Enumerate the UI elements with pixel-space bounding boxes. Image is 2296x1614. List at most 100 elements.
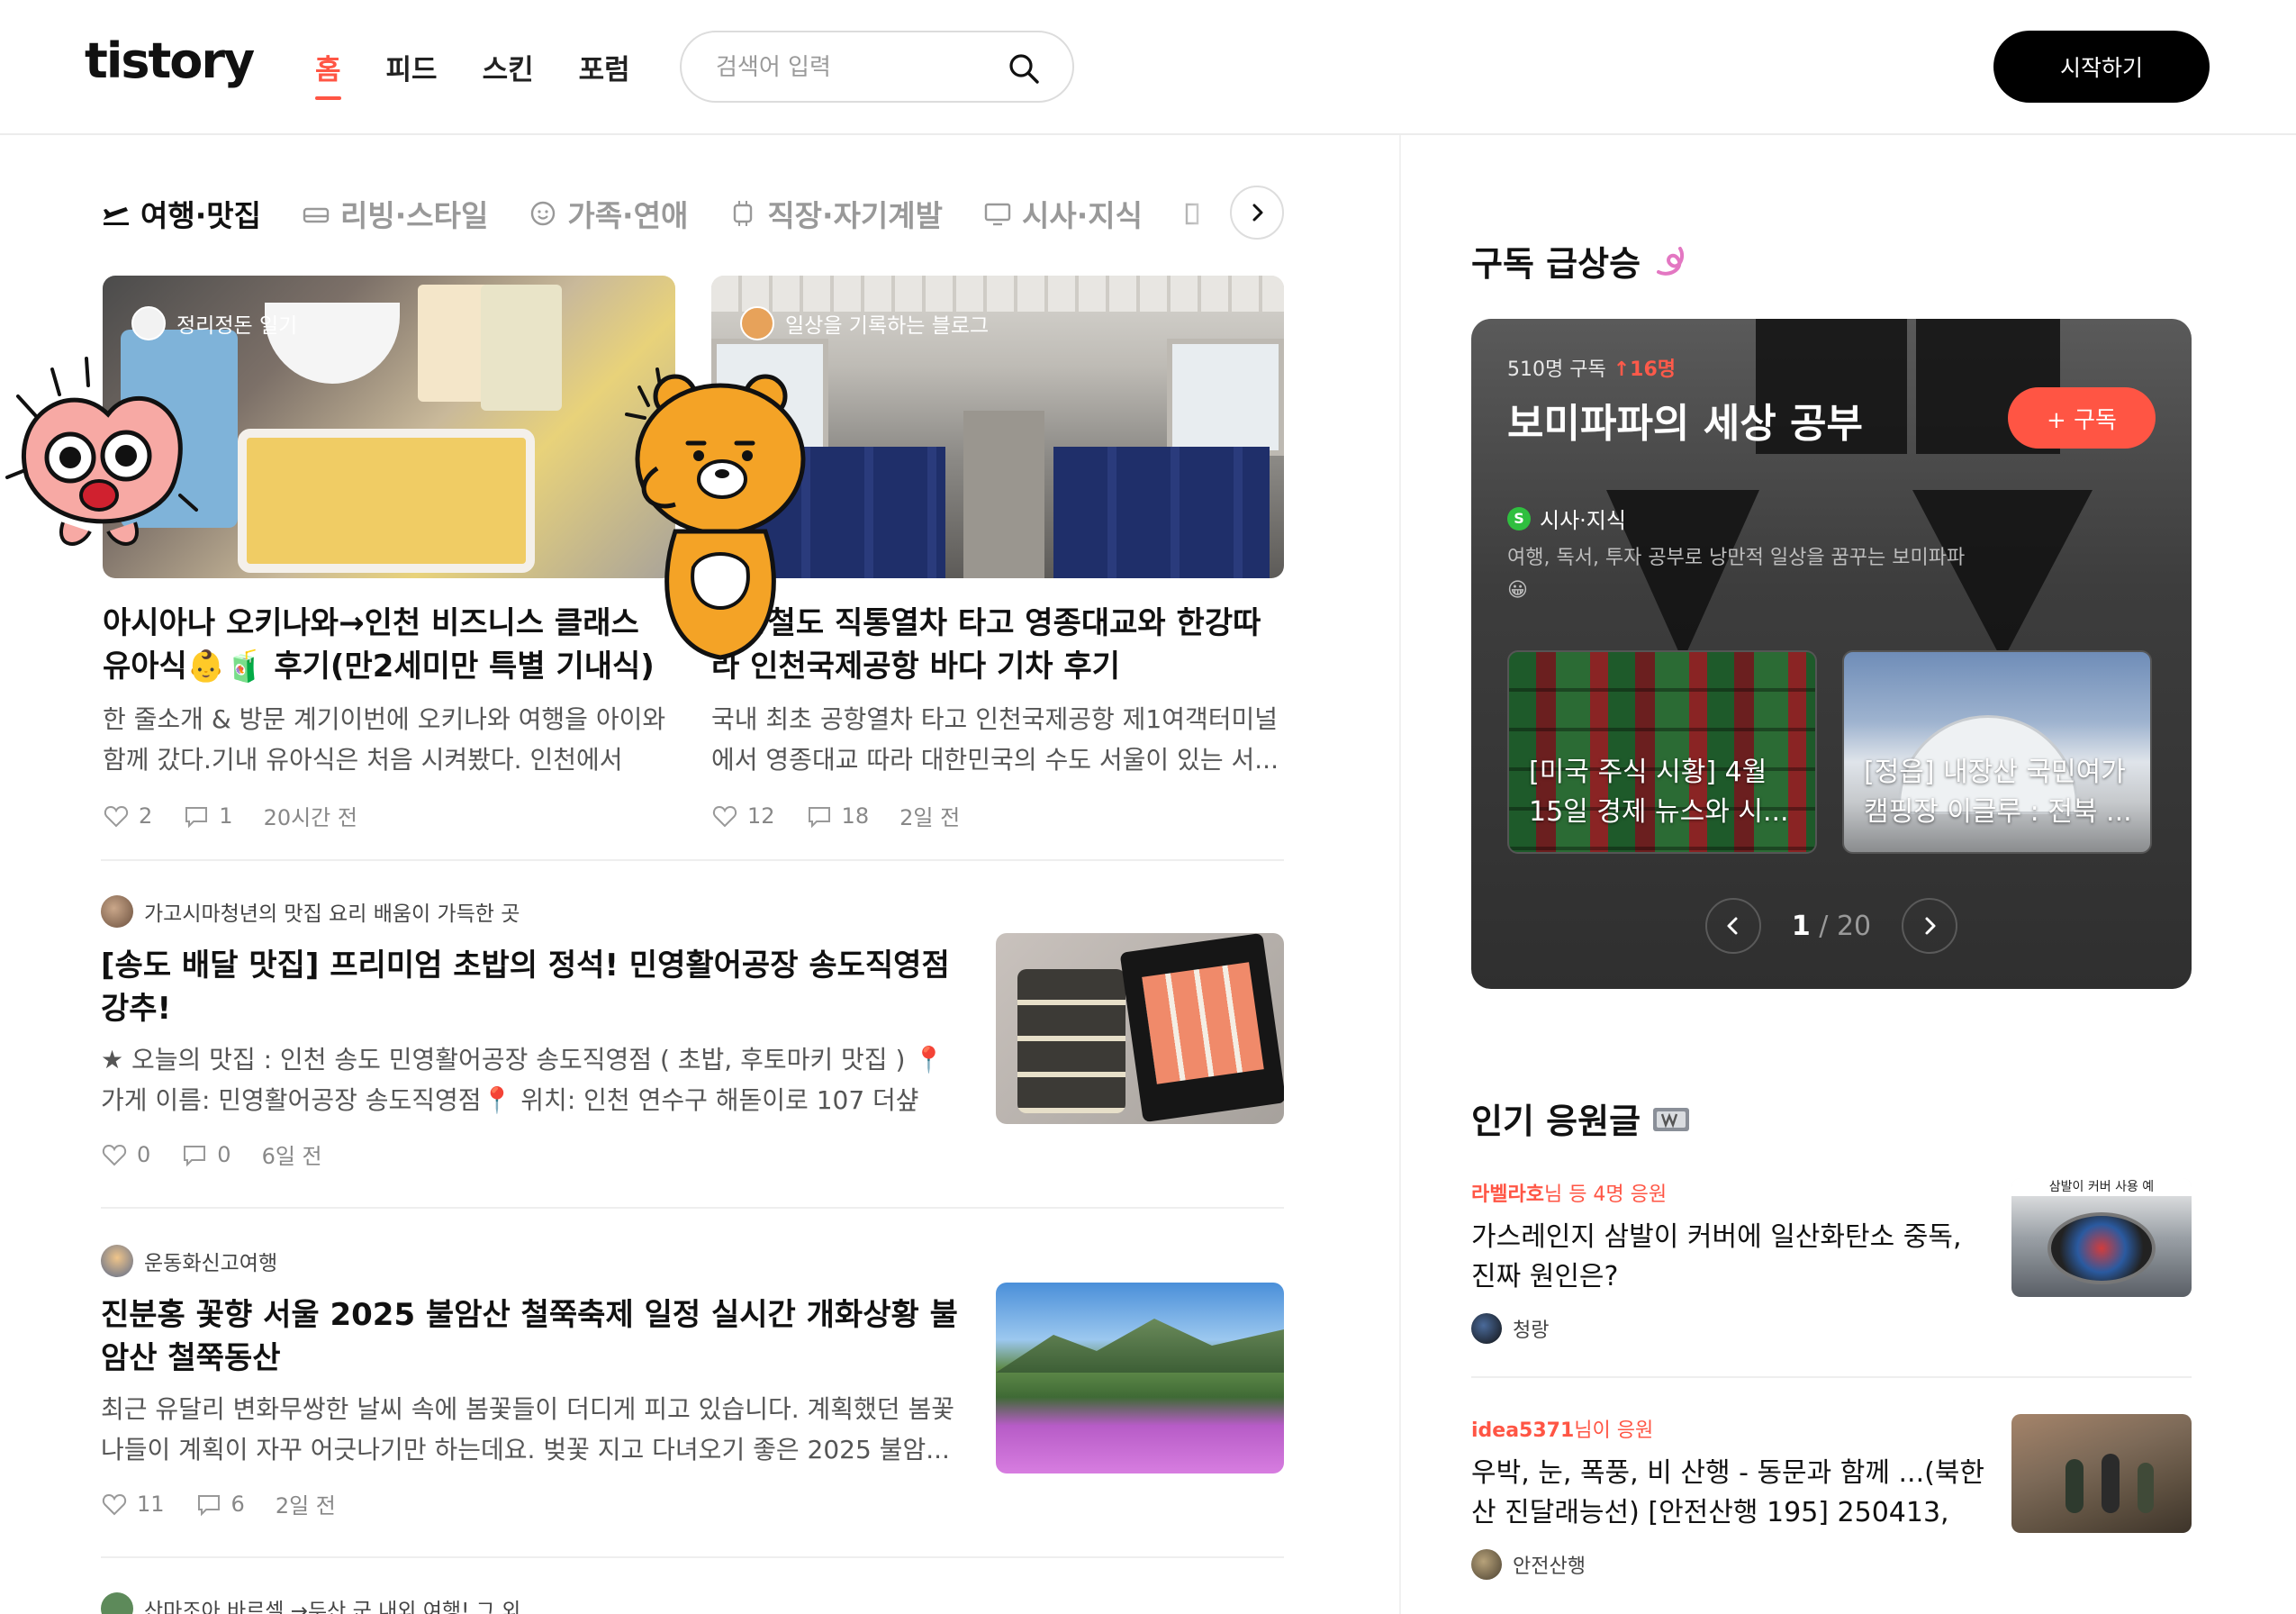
blog-name[interactable]: 안전산행 [1513,1550,1586,1579]
thumb-caption: 삼발이 커버 사용 예 [2011,1178,2192,1196]
blog-name[interactable]: 청랑 [1513,1314,1549,1343]
post-thumbnail[interactable] [996,1283,1284,1473]
post-thumbnail[interactable] [996,933,1284,1124]
tab-label: 가족·연애 [567,198,689,233]
nav-skin[interactable]: 스킨 [483,47,534,100]
heart-icon[interactable] [101,1141,128,1168]
peach-character-sticker [5,357,198,546]
popular-blog: 안전산행 [1471,1549,2192,1580]
juice-box-shape [481,285,562,411]
subscribe-button[interactable]: + 구독 [2008,387,2156,449]
post-thumbnail[interactable]: 삼발이 커버 사용 예 [2011,1178,2192,1297]
heart-icon[interactable] [711,802,738,830]
blog-name: 일상을 기록하는 블로그 [785,314,990,338]
chevron-right-icon [1252,204,1263,222]
hiker-shape [2138,1463,2154,1513]
recent-post-card[interactable]: [미국 주식 시황] 4월 15일 경제 뉴스와 시... [1507,650,1817,854]
list-item[interactable]: 운동화신고여행 진분홍 꽃향 서울 2025 불암산 철쭉축제 일정 실시간 개… [101,1245,1284,1519]
comment-icon[interactable] [195,1491,222,1518]
list-blog: 가고시마청년의 맛집 요리 배움이 가득한 곳 [101,895,1284,928]
tab-label: 시사·지식 [1022,198,1143,233]
subscribe-pager: 1 / 20 [1705,897,1957,955]
blog-avatar [101,1592,133,1614]
subscriber-count: 510명 구독 ↑16명 [1507,353,1676,382]
row-divider [101,859,1284,861]
tab-news-knowledge[interactable]: 시사·지식 [982,189,1143,238]
blog-name[interactable]: 보미파파의 세상 공부 [1507,391,1863,449]
juice-box-shape [418,285,490,402]
seats-right-shape [1053,447,1270,578]
blog-description: 여행, 독서, 투자 공부로 낭만적 일상을 꿈꾸는 보미파파😀 [1507,547,1966,602]
supporter-name: 라벨라호 [1471,1183,1544,1206]
prev-button[interactable] [1705,898,1761,954]
main-nav: 홈 피드 스킨 포럼 [315,47,630,100]
list-item[interactable]: 산마조아 바르셀 →두산 군 내외 여행! 그 외 [101,1592,1284,1614]
section-title-text: 구독 급상승 [1471,244,1641,284]
tab-work-self[interactable]: 직장·자기계발 [728,189,943,238]
tistory-logo[interactable]: tistory [85,32,255,89]
popular-support-title: 인기 응원글 [1471,1093,1691,1143]
nav-forum[interactable]: 포럼 [579,47,630,100]
post-time: 20시간 전 [263,805,357,830]
tabs-next-button[interactable] [1230,186,1284,240]
blog-name: 정리정돈 일기 [176,314,298,338]
current-page: 1 [1791,910,1811,942]
recent-post-card[interactable]: [정읍] 내장산 국민여가 캠핑장 이글루 : 전북 ... [1842,650,2152,854]
post-thumbnail[interactable] [2011,1414,2192,1533]
heart-icon[interactable] [103,802,130,830]
post-title[interactable]: 가스레인지 삼발이 커버에 일산화탄소 중독, 진짜 원인은? [1471,1218,1993,1297]
search-box [680,31,1074,103]
blog-name[interactable]: 운동화신고여행 [144,1246,277,1276]
post-summary: 최근 유달리 변화무쌍한 날씨 속에 봄꽃들이 더디게 피고 있습니다. 계획했… [101,1394,954,1464]
post-summary: 국내 최초 공항열차 타고 인천국제공항 제1여객터미널에서 영종대교 따라 대… [711,704,1279,775]
thumb-blog-label: 정리정돈 일기 [131,306,297,340]
thumb-blog-label: 일상을 기록하는 블로그 [740,306,989,340]
post-title[interactable]: 우박, 눈, 폭풍, 비 산행 - 동문과 함께 ...(북한산 진달래능선) … [1471,1454,1993,1533]
blog-category: S 시사·지식 [1507,503,1626,534]
chevron-left-icon [1727,917,1738,935]
airplane-icon [104,207,129,225]
blog-name[interactable]: 가고시마청년의 맛집 요리 배움이 가득한 곳 [144,896,520,927]
recent-post-title: [미국 주식 시황] 4월 15일 경제 뉴스와 시... [1529,757,1789,828]
blog-avatar [101,895,133,928]
row-divider [101,1207,1284,1209]
comment-icon[interactable] [181,1141,208,1168]
comment-icon[interactable] [183,802,210,830]
post-title[interactable]: 아시아나 오키나와→인천 비즈니스 클래스 유아식👶🧃 후기(만2세미만 특별 … [103,602,675,688]
subscribe-rising-title: 구독 급상승 [1471,236,1691,286]
start-button[interactable]: 시작하기 [1993,31,2210,103]
list-item[interactable]: 가고시마청년의 맛집 요리 배움이 가득한 곳 [송도 배달 맛집] 프리미엄 … [101,895,1284,1169]
tab-travel-food[interactable]: 여행·맛집 [101,189,261,238]
support-text: 님 등 4명 응원 [1543,1183,1668,1206]
popular-post[interactable]: 라벨라호님 등 4명 응원 가스레인지 삼발이 커버에 일산화탄소 중독, 진짜… [1471,1178,2192,1376]
blog-avatar [101,1245,133,1277]
nav-feed[interactable]: 피드 [386,47,438,100]
post-summary: ★ 오늘의 맛집 : 인천 송도 민영활어공장 송도직영점 ( 초밥, 후토마키… [101,1045,945,1115]
food-tray-shape [238,429,535,573]
chip-icon [734,201,753,226]
nav-home[interactable]: 홈 [315,47,341,100]
popular-post[interactable]: idea5371님이 응원 우박, 눈, 폭풍, 비 산행 - 동문과 함께 .… [1471,1414,2192,1612]
spring-icon [1657,246,1685,276]
search-icon[interactable] [1008,52,1040,85]
tab-living-style[interactable]: 리빙·스타일 [301,189,488,238]
blog-name[interactable]: 산마조아 바르셀 →두산 군 내외 여행! 그 외 [144,1593,520,1614]
blog-avatar [1471,1313,1502,1344]
post-title[interactable]: 진분홍 꽃향 서울 2025 불암산 철쭉축제 일정 실시간 개화상황 불암산 … [101,1293,965,1380]
burner-shape [2047,1212,2156,1284]
sushi-shape [1142,962,1264,1084]
heart-icon[interactable] [101,1491,128,1518]
like-count: 2 [139,802,153,829]
comment-icon[interactable] [806,802,833,830]
row-divider [1471,1376,2192,1378]
monitor-icon [984,203,1011,226]
post-title[interactable]: [송도 배달 맛집] 프리미엄 초밥의 정석! 민영활어공장 송도직영점 강추! [101,944,965,1030]
subscribe-rising-card[interactable]: 510명 구독 ↑16명 보미파파의 세상 공부 + 구독 S 시사·지식 여행,… [1471,319,2192,989]
tab-family-love[interactable]: 가족·연애 [528,189,688,238]
post-summary: 한 줄소개 & 방문 계기이번에 오키나와 여행을 아이와 함께 갔다.기내 유… [103,704,666,775]
money-icon [1653,1107,1690,1131]
comment-count: 6 [231,1491,245,1517]
search-input[interactable] [716,49,1004,86]
post-time: 2일 전 [275,1493,336,1519]
next-button[interactable] [1902,898,1957,954]
